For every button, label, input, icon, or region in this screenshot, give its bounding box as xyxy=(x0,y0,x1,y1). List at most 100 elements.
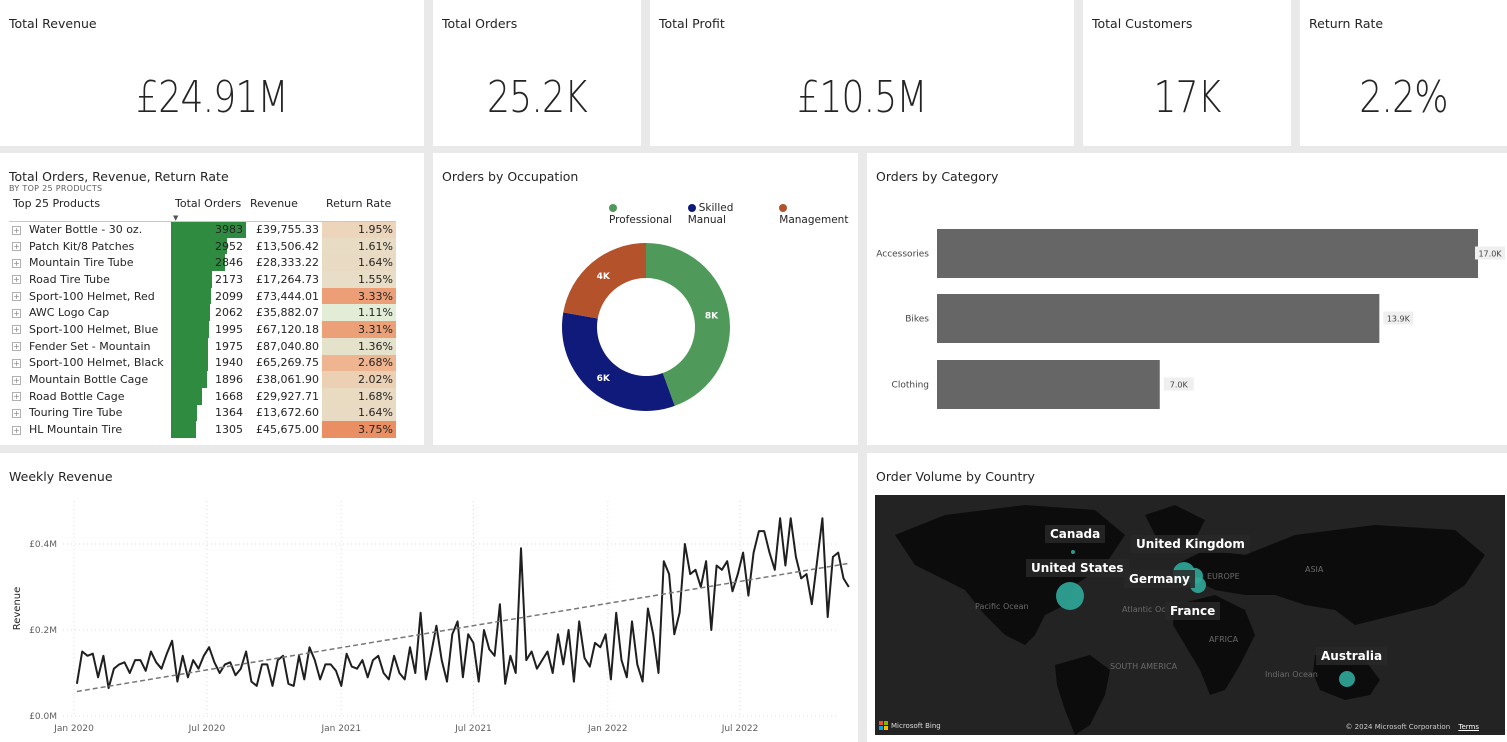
donut-data-label: 4K xyxy=(597,272,611,282)
orders-value: 1668 xyxy=(215,389,243,403)
kpi-card-return-rate[interactable]: Return Rate 2.2% xyxy=(1300,0,1507,146)
chart-title: Order Volume by Country xyxy=(876,469,1035,484)
product-cell: + Sport-100 Helmet, Blue xyxy=(9,321,171,338)
orders-value: 2173 xyxy=(215,272,243,286)
products-table: Top 25 Products Total Orders ▼ Revenue R… xyxy=(9,197,396,438)
category-data-label: 7.0K xyxy=(1170,381,1189,390)
table-row[interactable]: + Mountain Bottle Cage 1896 £38,061.90 2.02% xyxy=(9,371,396,388)
kpi-title: Return Rate xyxy=(1309,16,1384,31)
country-label-france: France xyxy=(1165,602,1221,620)
kpi-value: 17K xyxy=(1153,72,1221,123)
table-row[interactable]: + Sport-100 Helmet, Red 2099 £73,444.01 3.33… xyxy=(9,287,396,305)
expand-icon[interactable]: + xyxy=(12,392,21,402)
return-rate-cell: 1.64% xyxy=(322,404,396,422)
terms-link[interactable]: Terms xyxy=(1458,723,1479,731)
expand-icon[interactable]: + xyxy=(12,325,21,335)
orders-databar xyxy=(171,404,197,422)
category-bar[interactable] xyxy=(937,360,1160,409)
product-name: Sport-100 Helmet, Black xyxy=(29,356,164,370)
world-map[interactable]: EUROPE ASIA Pacific Ocean Atlantic Oc AF… xyxy=(875,495,1505,735)
microsoft-bing-logo: Microsoft Bing xyxy=(879,721,941,730)
table-row[interactable]: + Touring Tire Tube 1364 £13,672.60 1.64% xyxy=(9,404,396,422)
orders-databar xyxy=(171,271,212,288)
bing-label: Microsoft Bing xyxy=(891,721,941,730)
weekly-revenue-line-chart: £0.0M £0.2M £0.4M Jan 2020 Jul 2020 Jan 2021 J… xyxy=(12,501,850,734)
expand-icon[interactable]: + xyxy=(12,425,21,435)
table-subtitle: BY TOP 25 PRODUCTS xyxy=(9,184,103,193)
revenue-cell: £67,120.18 xyxy=(256,322,319,336)
orders-value: 2062 xyxy=(215,306,243,320)
table-row[interactable]: + Sport-100 Helmet, Black 1940 £65,269.75 2.… xyxy=(9,354,396,372)
revenue-cell: £13,672.60 xyxy=(256,406,319,420)
orders-value: 1975 xyxy=(215,339,243,353)
category-card[interactable]: Orders by Category Accessories 17.0K Bikes… xyxy=(867,153,1507,445)
kpi-card-total-customers[interactable]: Total Customers 17K xyxy=(1083,0,1291,146)
weekly-revenue-card[interactable]: Weekly Revenue £0.0M £0.2M £0.4M Jan 2020 Ju… xyxy=(0,453,858,742)
revenue-cell: £65,269.75 xyxy=(256,356,319,370)
expand-icon[interactable]: + xyxy=(12,258,21,268)
return-rate-cell: 1.55% xyxy=(322,271,396,288)
donut-data-label: 8K xyxy=(705,311,719,321)
category-bar[interactable] xyxy=(937,294,1380,343)
orders-databar xyxy=(171,321,209,338)
products-table-card[interactable]: Total Orders, Revenue, Return Rate BY TO… xyxy=(0,153,424,445)
orders-cell: 2099 xyxy=(171,287,246,305)
expand-icon[interactable]: + xyxy=(12,292,21,302)
orders-databar xyxy=(171,371,207,388)
category-axis-label: Accessories xyxy=(876,250,929,260)
product-name: Water Bottle - 30 oz. xyxy=(29,223,143,237)
expand-icon[interactable]: + xyxy=(12,275,21,285)
orders-databar xyxy=(171,337,209,355)
product-name: Mountain Bottle Cage xyxy=(29,373,149,387)
x-tick-label: Jul 2020 xyxy=(188,724,226,734)
expand-icon[interactable]: + xyxy=(12,225,21,235)
country-bubble[interactable] xyxy=(1071,550,1075,554)
expand-icon[interactable]: + xyxy=(12,242,21,252)
table-row[interactable]: + HL Mountain Tire 1305 £45,675.00 3.75% xyxy=(9,421,396,438)
table-row[interactable]: + Mountain Tire Tube 2846 £28,333.22 1.64% xyxy=(9,254,396,272)
column-header-product[interactable]: Top 25 Products xyxy=(9,197,171,222)
occupation-card[interactable]: Orders by Occupation Professional Skille… xyxy=(433,153,858,445)
expand-icon[interactable]: + xyxy=(12,358,21,368)
orders-cell: 1995 xyxy=(171,321,246,338)
table-row[interactable]: + Fender Set - Mountain 1975 £87,040.80 1.36… xyxy=(9,337,396,355)
category-axis-label: Clothing xyxy=(892,381,929,391)
product-cell: + Patch Kit/8 Patches xyxy=(9,238,171,255)
column-header-revenue[interactable]: Revenue xyxy=(246,197,322,222)
country-bubble[interactable] xyxy=(1056,582,1084,610)
product-name: AWC Logo Cap xyxy=(29,306,110,320)
map-region-label: Atlantic Oc xyxy=(1122,605,1166,614)
orders-value: 1305 xyxy=(215,423,243,437)
donut-slice-skilled-manual[interactable] xyxy=(562,312,675,411)
expand-icon[interactable]: + xyxy=(12,308,21,318)
column-header-return-rate[interactable]: Return Rate xyxy=(322,197,396,222)
product-cell: + Fender Set - Mountain xyxy=(9,338,171,355)
expand-icon[interactable]: + xyxy=(12,375,21,385)
donut-data-label: 6K xyxy=(597,374,611,384)
table-row[interactable]: + Road Tire Tube 2173 £17,264.73 1.55% xyxy=(9,271,396,288)
column-header-orders[interactable]: Total Orders ▼ xyxy=(171,197,246,222)
product-cell: + Touring Tire Tube xyxy=(9,405,171,422)
table-row[interactable]: + Sport-100 Helmet, Blue 1995 £67,120.18 3.3… xyxy=(9,321,396,338)
column-header-orders-label: Total Orders xyxy=(175,197,242,210)
return-rate-cell: 3.31% xyxy=(322,321,396,338)
product-cell: + Sport-100 Helmet, Red xyxy=(9,288,171,305)
expand-icon[interactable]: + xyxy=(12,342,21,352)
table-title: Total Orders, Revenue, Return Rate xyxy=(9,169,229,184)
kpi-card-total-revenue[interactable]: Total Revenue £24.91M xyxy=(0,0,424,146)
kpi-title: Total Revenue xyxy=(9,16,97,31)
revenue-cell: £17,264.73 xyxy=(256,272,319,286)
table-row[interactable]: + Water Bottle - 30 oz. 3983 £39,755.33 1.95… xyxy=(9,221,396,238)
expand-icon[interactable]: + xyxy=(12,408,21,418)
table-row[interactable]: + Patch Kit/8 Patches 2952 £13,506.42 1.61% xyxy=(9,237,396,255)
occupation-donut-chart: 8K 6K 4K xyxy=(562,243,730,411)
kpi-card-total-profit[interactable]: Total Profit £10.5M xyxy=(650,0,1074,146)
table-row[interactable]: + AWC Logo Cap 2062 £35,882.07 1.11% xyxy=(9,304,396,322)
map-card[interactable]: Order Volume by Country EUROPE ASIA Paci… xyxy=(867,453,1507,742)
orders-value: 1364 xyxy=(215,406,243,420)
country-bubble[interactable] xyxy=(1339,671,1355,687)
category-bar[interactable] xyxy=(937,229,1478,278)
kpi-card-total-orders[interactable]: Total Orders 25.2K xyxy=(433,0,641,146)
table-row[interactable]: + Road Bottle Cage 1668 £29,927.71 1.68% xyxy=(9,387,396,405)
revenue-series-line[interactable] xyxy=(75,517,850,690)
